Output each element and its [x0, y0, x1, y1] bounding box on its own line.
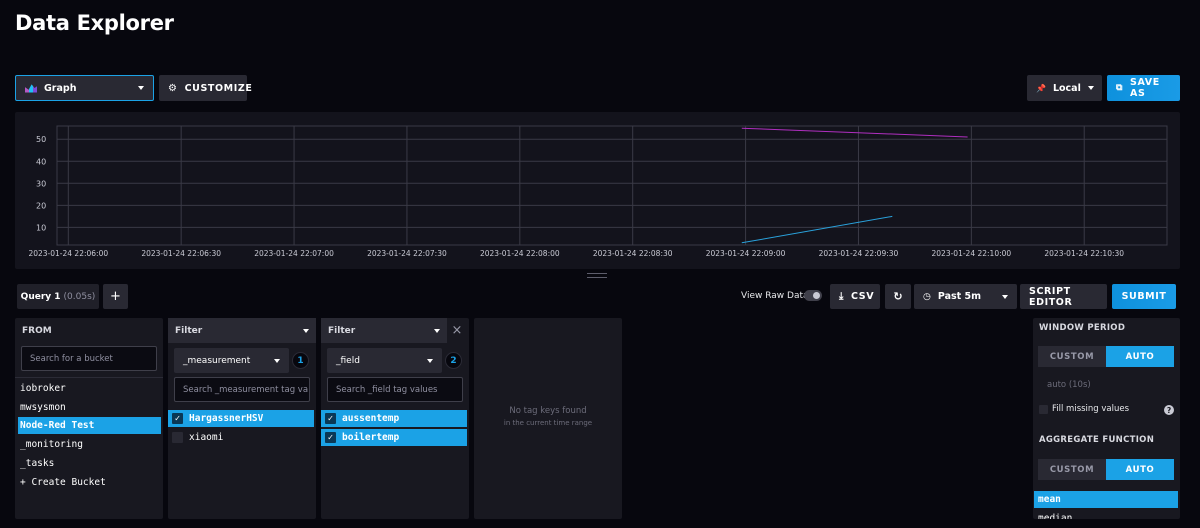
filter-function-dropdown[interactable]: Filter: [168, 318, 316, 343]
resize-handle[interactable]: [587, 273, 607, 278]
chevron-down-icon: [303, 328, 309, 333]
close-icon[interactable]: ×: [449, 322, 465, 338]
x-tick-label: 2023-01-24 22:06:30: [141, 249, 221, 258]
filter-panel-3: No tag keys found in the current time ra…: [474, 318, 622, 519]
tag-value-search-input[interactable]: Search _field tag values: [327, 377, 463, 402]
download-icon: ⤓: [839, 291, 845, 302]
x-tick-label: 2023-01-24 22:06:00: [28, 249, 108, 258]
x-tick-label: 2023-01-24 22:08:00: [480, 249, 560, 258]
filter-panel-2: Filter × _field 2 Search _field tag valu…: [321, 318, 469, 519]
pin-icon: 📌: [1036, 83, 1046, 93]
auto-option[interactable]: AUTO: [1106, 346, 1174, 367]
y-tick-label: 10: [36, 223, 46, 232]
filter-panel-1: Filter _measurement 1 Search _measuremen…: [168, 318, 316, 519]
series-line-1: [741, 127, 968, 138]
view-raw-label: View Raw Data: [741, 291, 809, 301]
refresh-icon: ↻: [893, 290, 903, 303]
bucket-item[interactable]: iobroker: [18, 380, 161, 397]
tag-value-row[interactable]: ✓ boilertemp: [321, 429, 467, 446]
from-panel: FROM Search for a bucket iobroker mwsysm…: [15, 318, 163, 519]
add-query-button[interactable]: +: [103, 284, 128, 309]
csv-button[interactable]: ⤓ CSV: [830, 284, 880, 309]
customize-button[interactable]: ⚙ CUSTOMIZE: [159, 75, 252, 101]
tag-value-row[interactable]: ✓ HargassnerHSV: [168, 410, 314, 427]
from-header: FROM: [22, 325, 52, 336]
custom-option[interactable]: CUSTOM: [1038, 459, 1106, 480]
tag-key-dropdown[interactable]: _field: [327, 348, 442, 373]
aggregate-function-label: AGGREGATE FUNCTION: [1039, 435, 1155, 445]
checkbox-checked-icon: ✓: [172, 413, 183, 424]
bucket-search-input[interactable]: Search for a bucket: [21, 346, 157, 371]
x-tick-label: 2023-01-24 22:08:30: [593, 249, 673, 258]
fill-missing-checkbox[interactable]: Fill missing values: [1039, 404, 1129, 414]
chevron-down-icon: [1002, 294, 1008, 299]
bucket-item-selected[interactable]: Node-Red Test: [18, 417, 161, 434]
submit-button[interactable]: SUBMIT: [1112, 284, 1176, 309]
checkbox-checked-icon: ✓: [325, 432, 336, 443]
divider: [15, 377, 163, 378]
help-icon[interactable]: ?: [1164, 405, 1174, 415]
graph-icon: [25, 84, 37, 93]
bucket-item[interactable]: _monitoring: [18, 436, 161, 453]
graph-panel: 10 20 30 40 50 2023-01-24 22:06:00 2023-01-24 …: [15, 112, 1180, 269]
custom-option[interactable]: CUSTOM: [1038, 346, 1106, 367]
filter-function-dropdown[interactable]: Filter: [321, 318, 447, 343]
graph-type-label: Graph: [44, 82, 77, 94]
save-as-button[interactable]: ⧉ SAVE AS: [1107, 75, 1180, 101]
time-range-dropdown[interactable]: ◷ Past 5m: [914, 284, 1017, 309]
window-period-value: auto (10s): [1047, 380, 1091, 390]
script-editor-button[interactable]: SCRIPT EDITOR: [1020, 284, 1107, 309]
create-bucket-link[interactable]: + Create Bucket: [18, 474, 161, 491]
bucket-item[interactable]: _tasks: [18, 455, 161, 472]
x-tick-label: 2023-01-24 22:10:30: [1044, 249, 1124, 258]
x-tick-label: 2023-01-24 22:10:00: [932, 249, 1012, 258]
timezone-dropdown[interactable]: 📌 Local: [1027, 75, 1102, 101]
x-tick-label: 2023-01-24 22:09:00: [706, 249, 786, 258]
window-period-label: WINDOW PERIOD: [1039, 323, 1126, 333]
bucket-item[interactable]: mwsysmon: [18, 399, 161, 416]
chevron-down-icon: [434, 328, 440, 333]
selection-count-badge: 1: [292, 352, 309, 369]
graph-type-dropdown[interactable]: Graph: [15, 75, 154, 101]
x-tick-label: 2023-01-24 22:07:00: [254, 249, 334, 258]
page-title: Data Explorer: [15, 11, 174, 35]
function-item-selected[interactable]: mean: [1034, 491, 1178, 508]
checkbox-checked-icon: ✓: [325, 413, 336, 424]
tag-key-dropdown[interactable]: _measurement: [174, 348, 289, 373]
y-tick-label: 50: [36, 135, 46, 144]
refresh-button[interactable]: ↻: [885, 284, 911, 309]
aggregate-function-toggle: CUSTOM AUTO: [1038, 459, 1174, 480]
chevron-down-icon: [274, 358, 280, 363]
chevron-down-icon: [138, 86, 144, 90]
selection-count-badge: 2: [445, 352, 462, 369]
tag-value-row[interactable]: xiaomi: [168, 429, 314, 446]
x-tick-label: 2023-01-24 22:07:30: [367, 249, 447, 258]
tag-value-row[interactable]: ✓ aussentemp: [321, 410, 467, 427]
query-tab[interactable]: Query 1 (0.05s): [17, 284, 99, 309]
empty-title: No tag keys found: [509, 406, 587, 416]
export-icon: ⧉: [1116, 83, 1124, 93]
x-tick-label: 2023-01-24 22:09:30: [819, 249, 899, 258]
tag-value-search-input[interactable]: Search _measurement tag va: [174, 377, 310, 402]
y-tick-label: 30: [36, 179, 46, 188]
gear-icon: ⚙: [168, 82, 178, 94]
checkbox-icon: [172, 432, 183, 443]
view-raw-toggle[interactable]: [804, 290, 822, 301]
auto-option[interactable]: AUTO: [1106, 459, 1174, 480]
chevron-down-icon: [427, 358, 433, 363]
line-chart: 10 20 30 40 50 2023-01-24 22:06:00 2023-01-24 …: [28, 125, 1168, 258]
chevron-down-icon: [1087, 86, 1094, 90]
window-period-toggle: CUSTOM AUTO: [1038, 346, 1174, 367]
y-tick-label: 20: [36, 201, 46, 210]
function-item[interactable]: median: [1034, 510, 1178, 519]
series-line-2: [741, 215, 893, 244]
y-tick-label: 40: [36, 157, 46, 166]
checkbox-icon: [1039, 404, 1048, 414]
aggregate-panel: WINDOW PERIOD CUSTOM AUTO auto (10s) Fil…: [1033, 318, 1180, 519]
clock-icon: ◷: [923, 291, 931, 302]
empty-subtitle: in the current time range: [503, 419, 593, 427]
